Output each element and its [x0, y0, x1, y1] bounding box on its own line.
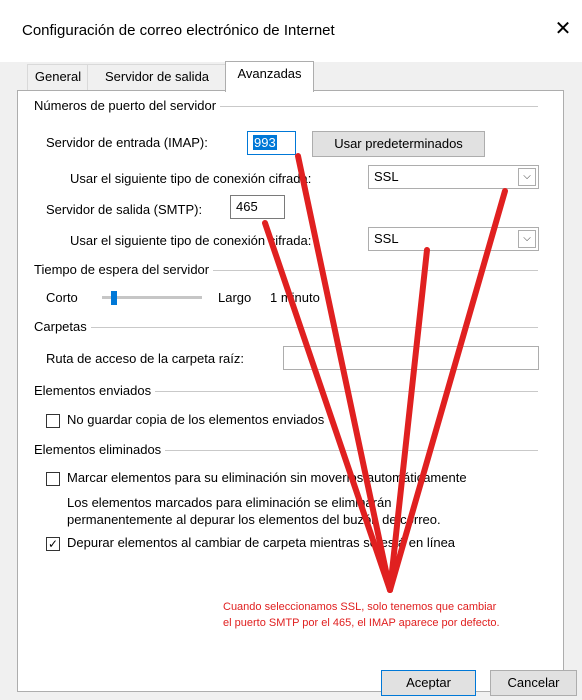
arrow-line-smtp — [262, 220, 393, 593]
annotation-line2: el puerto SMTP por el 465, el IMAP apare… — [223, 617, 500, 629]
tab-advanced[interactable]: Avanzadas — [225, 61, 314, 92]
cancel-button[interactable]: Cancelar — [490, 670, 577, 696]
annotation-line1: Cuando seleccionamos SSL, solo tenemos q… — [223, 601, 497, 613]
accept-button[interactable]: Aceptar — [381, 670, 476, 696]
annotation-arrows — [262, 153, 508, 593]
arrow-line-imap — [295, 153, 393, 593]
arrow-line-incoming-ssl — [387, 188, 508, 593]
arrow-line-outgoing-ssl — [387, 247, 430, 593]
